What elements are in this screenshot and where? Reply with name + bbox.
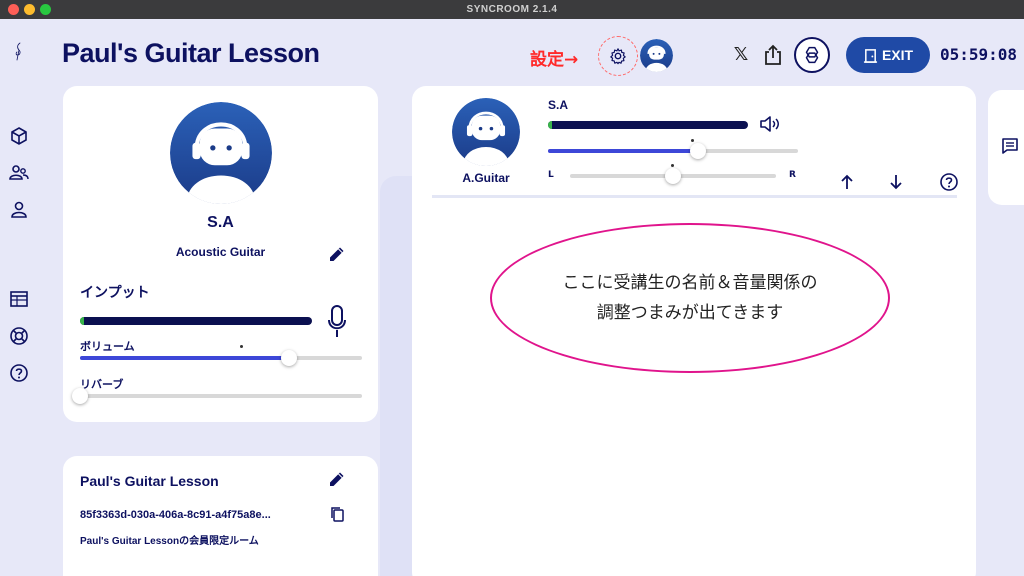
move-down-button[interactable] [886, 172, 906, 192]
panel-scrollbar[interactable] [380, 176, 412, 576]
self-panel: S.A Acoustic Guitar インプット ボリューム リバーブ [63, 86, 378, 422]
member-volume-slider[interactable] [548, 143, 798, 159]
reverb-slider-knob[interactable] [72, 388, 88, 404]
reverb-label: リバーブ [80, 378, 124, 391]
speaker-icon[interactable] [758, 114, 782, 134]
member-avatar [452, 98, 520, 166]
edit-room-pencil-icon[interactable] [327, 469, 347, 489]
copy-icon[interactable] [329, 506, 345, 522]
help-ring-icon[interactable] [8, 325, 30, 347]
exit-button[interactable]: EXIT [846, 37, 930, 73]
volume-reference-dot [240, 345, 243, 348]
chat-icon[interactable] [1000, 136, 1020, 156]
session-timer: 05:59:08 [940, 45, 1018, 64]
room-link-button[interactable] [794, 37, 830, 73]
settings-annotation: 設定→ [530, 50, 579, 70]
x-share-icon[interactable]: 𝕏 [731, 44, 751, 66]
volume-label: ボリューム [80, 340, 135, 353]
pan-right-label: R [789, 170, 796, 180]
share-icon[interactable] [762, 43, 784, 67]
window-title: SYNCROOM 2.1.4 [466, 4, 558, 15]
exit-label: EXIT [881, 47, 914, 63]
help-button[interactable] [939, 172, 959, 192]
schedule-icon[interactable] [8, 288, 30, 310]
member-volume-knob[interactable] [690, 143, 706, 159]
reverb-slider[interactable] [72, 388, 362, 404]
callout-line-2: 調整つまみが出てきます [596, 303, 784, 323]
question-icon[interactable] [8, 362, 30, 384]
room-description: Paul's Guitar Lessonの会員限定ルーム [80, 536, 259, 547]
chat-panel[interactable] [988, 90, 1024, 205]
callout-line-1: ここに受講生の名前＆音量関係の [562, 273, 818, 293]
input-level-meter [80, 317, 312, 325]
logo-icon [8, 32, 30, 72]
self-name: S.A [207, 214, 234, 231]
pan-slider[interactable] [570, 168, 776, 184]
self-avatar [170, 102, 272, 204]
microphone-icon[interactable] [326, 304, 348, 340]
member-volume-reference-dot [691, 139, 694, 142]
pan-slider-knob[interactable] [665, 168, 681, 184]
arrow-up-icon [841, 174, 853, 189]
callout-annotation: ここに受講生の名前＆音量関係の 調整つまみが出てきます [490, 223, 890, 373]
room-id: 85f3363d-030a-406a-8c91-a4f75a8e... [80, 509, 271, 521]
member-divider [432, 195, 957, 198]
arrow-down-icon [890, 175, 902, 190]
question-circle-icon [940, 173, 958, 191]
pan-center-dot [671, 164, 674, 167]
window-titlebar: SYNCROOM 2.1.4 [0, 0, 1024, 19]
page-title: Paul's Guitar Lesson [62, 38, 320, 68]
gear-icon [610, 48, 626, 65]
move-up-button[interactable] [837, 172, 857, 192]
profile-icon[interactable] [8, 199, 30, 221]
input-heading: インプット [80, 285, 150, 301]
room-icon[interactable] [8, 125, 30, 147]
link-icon [805, 46, 819, 64]
room-info-name: Paul's Guitar Lesson [80, 473, 219, 489]
member-name: S.A [548, 98, 569, 112]
user-avatar[interactable] [640, 39, 673, 72]
pan-left-label: L [548, 170, 554, 180]
member-level-meter [548, 121, 748, 129]
members-icon[interactable] [8, 162, 30, 184]
settings-button[interactable] [598, 36, 638, 76]
volume-slider[interactable] [80, 350, 362, 366]
member-instrument: A.Guitar [462, 171, 510, 185]
edit-profile-pencil-icon[interactable] [327, 244, 347, 264]
door-icon [863, 48, 877, 63]
volume-slider-knob[interactable] [280, 350, 297, 366]
room-info-panel: Paul's Guitar Lesson 85f3363d-030a-406a-… [63, 456, 378, 576]
